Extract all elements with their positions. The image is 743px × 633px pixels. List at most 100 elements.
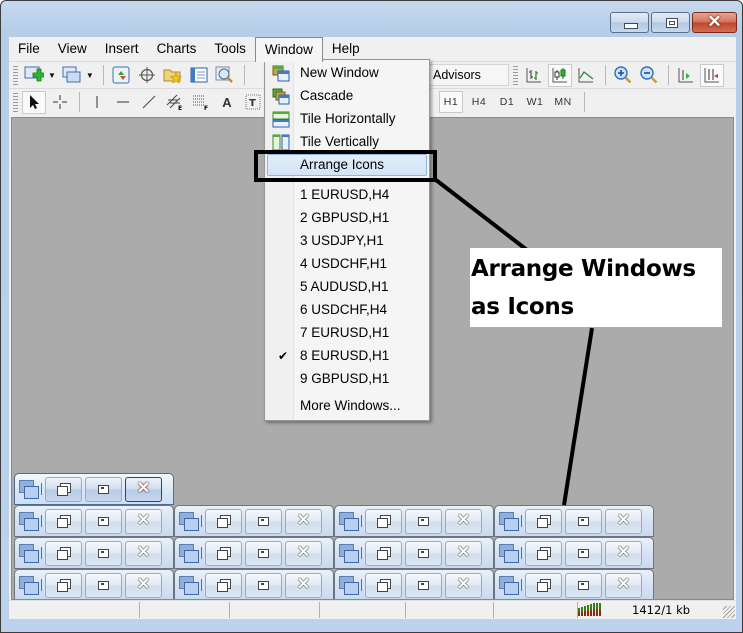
minimized-chart-window[interactable]: ✕: [174, 505, 334, 537]
menu-tools[interactable]: Tools: [205, 37, 255, 61]
maximize-button[interactable]: [85, 476, 122, 502]
menu-item-chart-window[interactable]: 3 USDJPY,H1: [267, 230, 427, 252]
close-button[interactable]: ✕: [445, 540, 482, 566]
minimized-chart-window[interactable]: ✕: [174, 537, 334, 569]
horizontal-line-button[interactable]: [111, 91, 135, 114]
menu-item-chart-window[interactable]: 5 AUDUSD,H1: [267, 276, 427, 298]
text-button[interactable]: A: [215, 91, 239, 114]
restore-button[interactable]: [205, 572, 242, 598]
restore-button[interactable]: [45, 476, 82, 502]
menu-item-more-windows[interactable]: More Windows...: [267, 395, 427, 417]
maximize-button[interactable]: [85, 508, 122, 534]
close-button[interactable]: ✕: [285, 572, 322, 598]
candlestick-button[interactable]: [548, 63, 572, 87]
toolbar-grip[interactable]: [13, 65, 18, 85]
maximize-button[interactable]: [565, 572, 602, 598]
zoom-in-button[interactable]: [611, 64, 635, 87]
restore-button[interactable]: [365, 508, 402, 534]
minimized-chart-window[interactable]: ✕: [494, 537, 654, 569]
minimized-chart-window[interactable]: ✕: [14, 569, 174, 599]
cursor-button[interactable]: [22, 90, 46, 114]
close-button[interactable]: ✕: [605, 540, 642, 566]
zoom-out-button[interactable]: [637, 64, 661, 87]
menu-help[interactable]: Help: [323, 37, 369, 61]
close-button[interactable]: ✕: [285, 508, 322, 534]
close-button[interactable]: ✕: [125, 540, 162, 566]
menu-item-cascade[interactable]: Cascade: [267, 85, 427, 107]
minimized-chart-window[interactable]: ✕: [334, 537, 494, 569]
menu-item-chart-window[interactable]: 9 GBPUSD,H1: [267, 368, 427, 390]
close-button[interactable]: ✕: [125, 476, 162, 502]
minimize-button[interactable]: [610, 12, 649, 33]
bar-chart-button[interactable]: [522, 64, 546, 87]
minimized-chart-window[interactable]: ✕: [14, 537, 174, 569]
restore-button[interactable]: [205, 508, 242, 534]
profiles-dropdown-icon[interactable]: ▼: [86, 71, 94, 80]
close-button[interactable]: ✕: [125, 508, 162, 534]
timeframe-h4[interactable]: H4: [467, 91, 491, 113]
restore-button[interactable]: [45, 572, 82, 598]
minimized-chart-window[interactable]: ✕: [334, 569, 494, 599]
close-button[interactable]: ✕: [445, 508, 482, 534]
close-button[interactable]: ✕: [692, 12, 737, 33]
auto-scroll-button[interactable]: [674, 64, 698, 87]
close-button[interactable]: ✕: [445, 572, 482, 598]
maximize-button[interactable]: [245, 572, 282, 598]
menu-item-chart-window[interactable]: 6 USDCHF,H4: [267, 299, 427, 321]
restore-button[interactable]: [45, 508, 82, 534]
menu-item-chart-window[interactable]: 4 USDCHF,H1: [267, 253, 427, 275]
maximize-button[interactable]: [85, 572, 122, 598]
toolbar-grip[interactable]: [513, 65, 518, 85]
menu-view[interactable]: View: [49, 37, 96, 61]
menu-charts[interactable]: Charts: [148, 37, 206, 61]
minimized-chart-window[interactable]: ✕: [494, 505, 654, 537]
timeframe-w1[interactable]: W1: [523, 91, 547, 113]
text-label-button[interactable]: T: [241, 91, 265, 114]
close-button[interactable]: ✕: [605, 572, 642, 598]
restore-button[interactable]: [525, 540, 562, 566]
maximize-button[interactable]: [405, 540, 442, 566]
toolbar-grip[interactable]: [13, 92, 18, 112]
maximize-button[interactable]: [651, 12, 690, 33]
maximize-button[interactable]: [245, 508, 282, 534]
menu-insert[interactable]: Insert: [96, 37, 148, 61]
maximize-button[interactable]: [245, 540, 282, 566]
timeframe-d1[interactable]: D1: [495, 91, 519, 113]
vertical-line-button[interactable]: [85, 91, 109, 114]
timeframe-h1[interactable]: H1: [439, 91, 463, 113]
menu-item-chart-window[interactable]: 1 EURUSD,H4: [267, 184, 427, 206]
new-chart-button[interactable]: [22, 64, 46, 87]
trendline-button[interactable]: [137, 91, 161, 114]
navigator-button[interactable]: [161, 64, 185, 87]
restore-button[interactable]: [365, 540, 402, 566]
restore-button[interactable]: [525, 572, 562, 598]
restore-button[interactable]: [45, 540, 82, 566]
close-button[interactable]: ✕: [285, 540, 322, 566]
menu-window[interactable]: Window: [254, 36, 323, 62]
close-button[interactable]: ✕: [125, 572, 162, 598]
market-watch-button[interactable]: [109, 64, 133, 87]
profiles-button[interactable]: [60, 64, 84, 87]
menu-item-chart-window[interactable]: 2 GBPUSD,H1: [267, 207, 427, 229]
minimized-chart-window[interactable]: ✕: [14, 505, 174, 537]
strategy-tester-button[interactable]: [213, 64, 237, 87]
minimized-chart-window[interactable]: ✕: [334, 505, 494, 537]
equidistant-channel-button[interactable]: E: [163, 91, 187, 114]
maximize-button[interactable]: [405, 572, 442, 598]
menu-item-tile-horizontally[interactable]: Tile Horizontally: [267, 108, 427, 130]
fibonacci-button[interactable]: F: [189, 91, 213, 114]
minimized-chart-window[interactable]: ✕: [14, 473, 174, 505]
menu-item-new-window[interactable]: New Window: [267, 62, 427, 84]
new-chart-dropdown-icon[interactable]: ▼: [48, 71, 56, 80]
menu-file[interactable]: File: [9, 37, 49, 61]
maximize-button[interactable]: [565, 508, 602, 534]
minimized-chart-window[interactable]: ✕: [494, 569, 654, 599]
resize-grip[interactable]: [723, 606, 735, 618]
menu-item-chart-window[interactable]: ✔ 8 EURUSD,H1: [267, 345, 427, 367]
restore-button[interactable]: [205, 540, 242, 566]
restore-button[interactable]: [365, 572, 402, 598]
maximize-button[interactable]: [405, 508, 442, 534]
maximize-button[interactable]: [85, 540, 122, 566]
chart-shift-button[interactable]: [700, 63, 724, 87]
crosshair-button[interactable]: [48, 91, 72, 114]
